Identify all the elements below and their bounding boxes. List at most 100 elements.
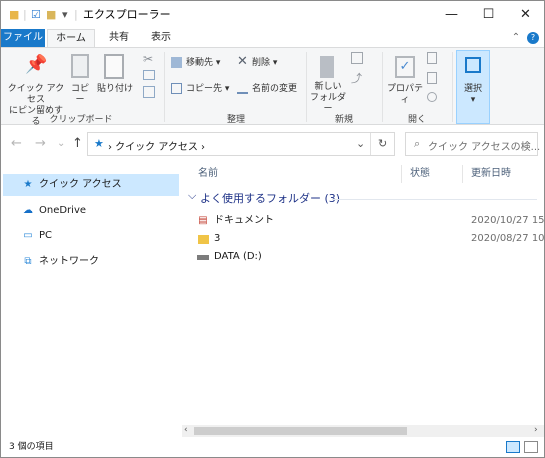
new-folder-label: 新しい フォルダー — [309, 82, 346, 114]
nav-item-onedrive[interactable]: ☁ OneDrive — [3, 200, 179, 222]
nav-item-network[interactable]: ⧉ ネットワーク — [3, 251, 179, 273]
window-title: エクスプローラー — [83, 8, 171, 21]
new-item-icon[interactable] — [351, 52, 363, 64]
item-name: ドキュメント — [214, 215, 274, 226]
paste-button[interactable]: 貼り付け — [94, 52, 136, 108]
ribbon-divider — [382, 52, 383, 122]
nav-item-label: ネットワーク — [39, 256, 99, 267]
item-date: 2020/08/27 10: — [471, 233, 545, 244]
tab-file[interactable]: ファイル — [1, 29, 45, 47]
nav-item-label: PC — [39, 230, 53, 241]
up-button[interactable]: ↑ — [72, 136, 83, 151]
copy-path-icon[interactable] — [143, 70, 155, 80]
address-bar[interactable]: ★ › クイック アクセス › ⌄ ↻ — [87, 132, 395, 156]
list-item[interactable]: 3 2020/08/27 10: — [182, 230, 545, 248]
paste-label: 貼り付け — [96, 84, 133, 94]
chevron-down-icon: ⌵ — [188, 189, 197, 202]
back-button[interactable]: ← — [11, 136, 22, 151]
help-icon[interactable]: ? — [527, 32, 539, 44]
ribbon-divider — [164, 52, 165, 122]
nav-item-label: OneDrive — [39, 205, 87, 216]
customize-toolbar-icon[interactable]: ▾ — [62, 7, 68, 23]
move-to-icon — [171, 57, 182, 68]
column-header-name[interactable]: 名前 — [190, 163, 218, 185]
star-icon: ★ — [94, 137, 104, 150]
separator: | — [74, 8, 78, 21]
details-view-icon[interactable] — [506, 441, 520, 453]
scroll-right-icon[interactable]: › — [534, 425, 538, 435]
forward-button[interactable]: → — [35, 136, 46, 151]
nav-item-label: クイック アクセス — [39, 179, 122, 190]
ribbon-tabs: ファイル ホーム 共有 表示 ⌃ ? — [1, 29, 544, 47]
ribbon-divider — [306, 52, 307, 122]
copy-to-label: コピー先 ▾ — [186, 84, 230, 94]
column-header-status[interactable]: 状態 — [402, 163, 430, 185]
scroll-left-icon[interactable]: ‹ — [184, 425, 188, 435]
rename-label: 名前の変更 — [252, 84, 298, 94]
refresh-icon[interactable]: ↻ — [378, 137, 387, 150]
history-icon[interactable] — [427, 92, 437, 102]
search-placeholder: クイック アクセスの検... — [428, 142, 541, 153]
tab-home[interactable]: ホーム — [47, 29, 95, 47]
ribbon-divider — [452, 52, 453, 122]
tab-share[interactable]: 共有 — [99, 29, 139, 47]
copy-button[interactable]: コピー — [67, 52, 93, 108]
copy-to-icon — [171, 83, 182, 94]
pin-quick-access-button[interactable]: 📌 クイック アクセス にピン留めする — [5, 52, 67, 127]
minimize-button[interactable]: — — [433, 1, 470, 29]
rename-button[interactable]: 名前の変更 — [237, 80, 303, 98]
cut-icon[interactable]: ✂ — [143, 52, 153, 66]
select-label: 選択 — [463, 84, 482, 94]
close-button[interactable]: ✕ — [507, 1, 544, 29]
address-dropdown-icon[interactable]: ⌄ — [356, 137, 365, 150]
select-dropdown-icon: ▾ — [470, 95, 476, 105]
column-header-modified[interactable]: 更新日時 — [463, 163, 511, 185]
list-item[interactable]: DATA (D:) — [182, 248, 543, 266]
item-count: 3 個の項目 — [9, 442, 54, 452]
ribbon: 📌 クイック アクセス にピン留めする コピー 貼り付け ✂ クリップボード 移… — [1, 47, 544, 127]
scrollbar-thumb[interactable] — [194, 427, 407, 435]
nav-item-quick-access[interactable]: ★ クイック アクセス — [3, 174, 179, 196]
move-to-label: 移動先 ▾ — [186, 58, 221, 68]
item-name: 3 — [214, 233, 221, 244]
delete-button[interactable]: ✕ 削除 ▾ — [237, 54, 293, 72]
tab-view[interactable]: 表示 — [141, 29, 181, 47]
large-icons-view-icon[interactable] — [524, 441, 538, 453]
horizontal-scrollbar[interactable]: ‹ › — [182, 425, 544, 437]
star-icon: ★ — [23, 179, 33, 190]
open-icon[interactable] — [427, 52, 437, 64]
select-button[interactable]: 選択 ▾ — [456, 50, 490, 124]
copy-icon — [71, 54, 89, 78]
cloud-icon: ☁ — [23, 205, 33, 216]
group-title: よく使用するフォルダー (3) — [200, 192, 341, 205]
maximize-button[interactable]: ☐ — [470, 1, 507, 29]
nav-item-pc[interactable]: ▭ PC — [3, 225, 179, 247]
easy-access-icon[interactable]: ⤴ — [351, 70, 362, 86]
copy-label: コピー — [70, 84, 89, 105]
open-group-label: 開く — [407, 115, 426, 125]
clipboard-group-label: クリップボード — [49, 115, 113, 125]
status-bar: 3 個の項目 — [1, 437, 544, 457]
separator: | — [23, 8, 27, 21]
new-group-label: 新規 — [334, 115, 353, 125]
paste-shortcut-icon[interactable] — [143, 86, 155, 98]
move-to-button[interactable]: 移動先 ▾ — [171, 54, 233, 72]
folder-app-icon: ■ — [9, 8, 20, 21]
new-folder-button[interactable]: 新しい フォルダー — [309, 52, 347, 114]
address-path: › クイック アクセス › — [108, 142, 206, 153]
properties-button[interactable]: ✓ プロパティ — [385, 52, 425, 108]
new-folder-icon[interactable]: ■ — [46, 7, 56, 23]
edit-icon[interactable] — [427, 72, 437, 84]
copy-to-button[interactable]: コピー先 ▾ — [171, 80, 233, 98]
group-divider — [332, 199, 537, 200]
group-header[interactable]: ⌵ よく使用するフォルダー (3) — [182, 189, 340, 205]
properties-icon[interactable]: ☑ — [31, 7, 41, 23]
title-bar: ■ | ☑ ■ ▾ | エクスプローラー — ☐ ✕ — [1, 1, 544, 29]
paste-icon — [104, 54, 124, 79]
search-box[interactable]: ⌕ クイック アクセスの検... — [405, 132, 541, 156]
recent-locations-button[interactable]: ⌄ — [57, 138, 65, 149]
item-name: DATA (D:) — [214, 251, 262, 262]
item-date: 2020/10/27 15: — [471, 215, 545, 226]
list-item[interactable]: ▤ ドキュメント 2020/10/27 15: — [182, 212, 545, 230]
collapse-ribbon-icon[interactable]: ⌃ — [509, 29, 523, 47]
